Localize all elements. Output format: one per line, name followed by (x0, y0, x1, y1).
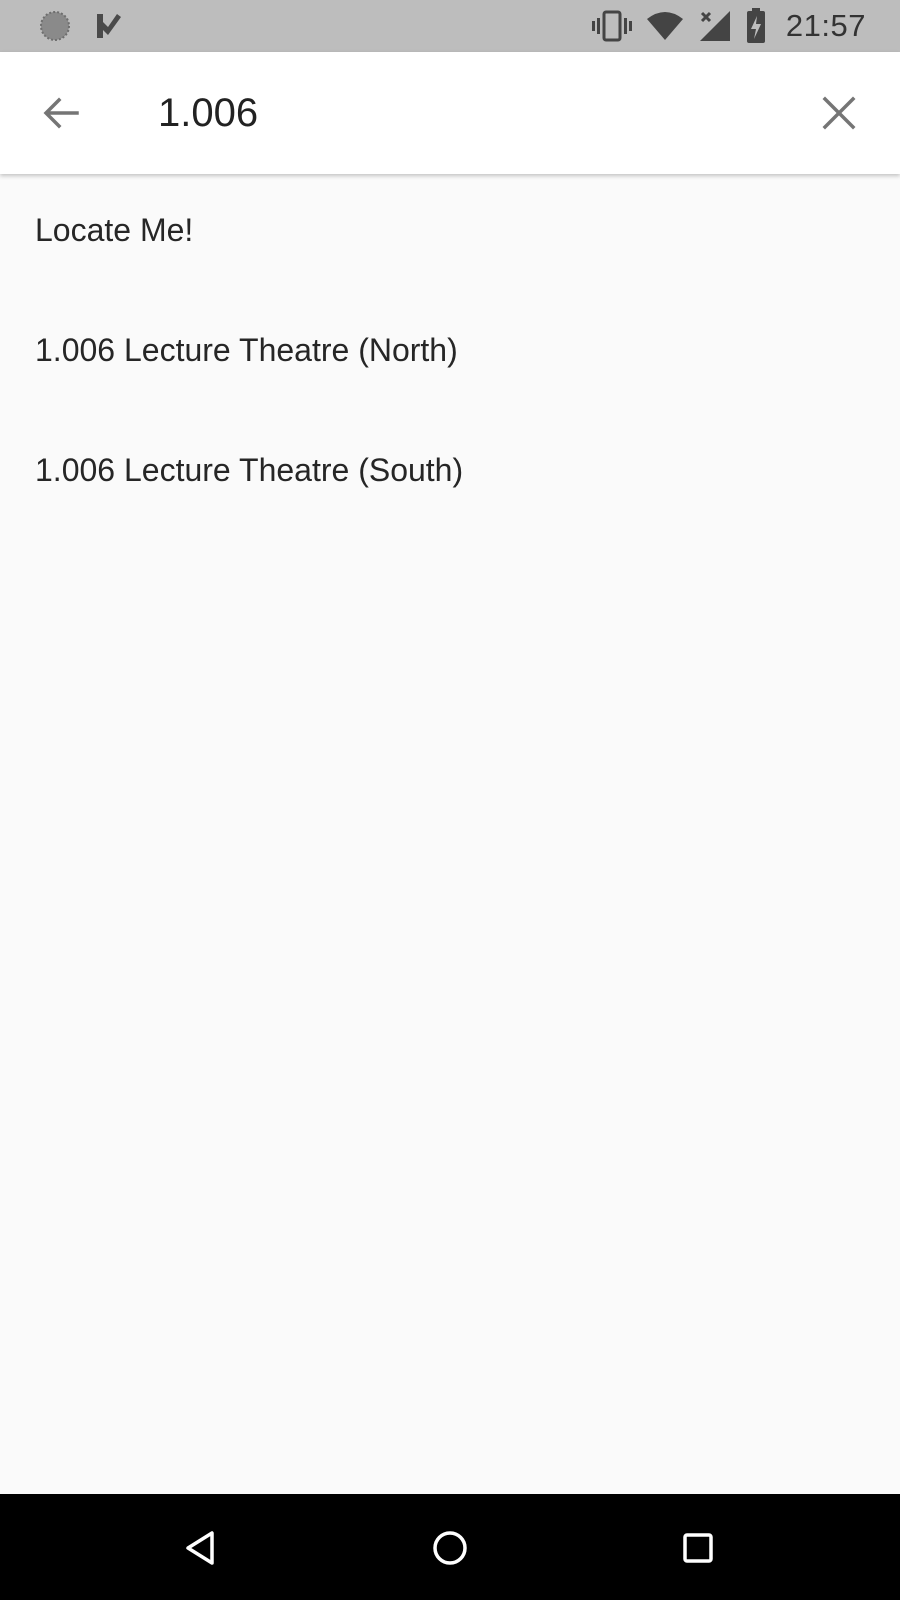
nav-back-button[interactable] (170, 1516, 234, 1580)
result-lecture-theatre-south[interactable]: 1.006 Lecture Theatre (South) (0, 414, 900, 534)
circle-notification-icon (38, 9, 72, 43)
close-icon (822, 96, 856, 130)
checkmark-flag-icon (94, 11, 124, 41)
nav-home-button[interactable] (418, 1516, 482, 1580)
battery-charging-icon (746, 8, 766, 44)
search-screen: 21:57 Locate Me! 1.006 Lecture Theatre (… (0, 0, 900, 1600)
result-label: 1.006 Lecture Theatre (North) (35, 331, 458, 368)
status-bar-notifications (38, 8, 124, 44)
result-label: Locate Me! (35, 211, 194, 248)
clear-search-button[interactable] (808, 82, 870, 144)
recents-square-icon (683, 1533, 713, 1563)
arrow-back-icon (43, 97, 79, 129)
cellular-no-data-icon (698, 9, 732, 43)
vibrate-icon (591, 9, 632, 43)
nav-recents-button[interactable] (666, 1516, 730, 1580)
result-lecture-theatre-north[interactable]: 1.006 Lecture Theatre (North) (0, 294, 900, 414)
search-app-bar (0, 52, 900, 174)
wifi-icon (646, 11, 684, 41)
search-input[interactable] (158, 80, 798, 146)
result-locate-me[interactable]: Locate Me! (0, 174, 900, 294)
status-bar-system: 21:57 (591, 6, 866, 46)
status-time: 21:57 (785, 8, 866, 43)
search-results-list: Locate Me! 1.006 Lecture Theatre (North)… (0, 174, 900, 534)
home-circle-icon (433, 1531, 467, 1565)
result-label: 1.006 Lecture Theatre (South) (35, 451, 464, 488)
system-nav-bar (0, 1494, 900, 1600)
back-triangle-icon (186, 1531, 214, 1565)
status-bar: 21:57 (0, 0, 900, 52)
back-button[interactable] (30, 82, 92, 144)
